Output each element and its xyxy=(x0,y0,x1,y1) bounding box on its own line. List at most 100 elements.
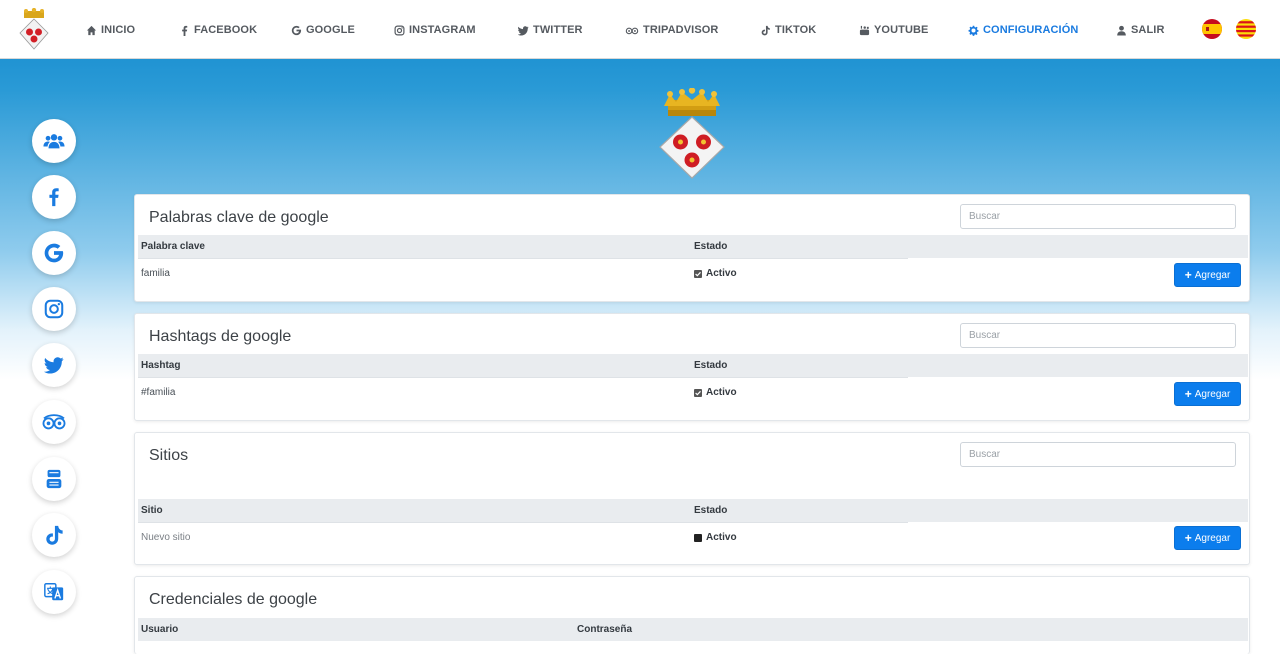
credentials-table-header: Usuario Contraseña xyxy=(138,618,1248,641)
sites-card: Sitios Sitio Estado Nuevo sitio Activo +… xyxy=(134,432,1250,565)
nav-label: FACEBOOK xyxy=(194,24,258,36)
hashtags-search-input[interactable] xyxy=(960,323,1236,348)
nav-label: INSTAGRAM xyxy=(409,24,476,36)
col-header-user: Usuario xyxy=(141,624,179,635)
tripadvisor-icon xyxy=(42,414,66,430)
plus-icon: + xyxy=(1184,387,1192,401)
user-icon xyxy=(1117,25,1126,36)
keyword-status[interactable]: Activo xyxy=(694,268,737,279)
hashtag-value[interactable]: #familia xyxy=(141,387,175,398)
nav-label: TIKTOK xyxy=(775,24,817,36)
sidebar-item-instagram[interactable] xyxy=(32,287,76,331)
sidebar-item-facebook[interactable] xyxy=(32,175,76,219)
keywords-card: Palabras clave de google Palabra clave E… xyxy=(134,194,1250,302)
tiktok-icon xyxy=(761,25,770,35)
add-site-button[interactable]: + Agregar xyxy=(1174,526,1241,550)
translate-icon xyxy=(44,583,64,601)
col-header-site: Sitio xyxy=(141,505,163,516)
nav-label: TWITTER xyxy=(533,24,583,36)
nav-label: CONFIGURACIÓN xyxy=(983,24,1079,36)
nav-item-inicio[interactable]: INICIO xyxy=(86,22,135,38)
top-navbar: INICIO FACEBOOK GOOGLE INSTAGRAM TWITTER… xyxy=(0,0,1280,59)
tripadvisor-icon xyxy=(625,27,639,34)
nav-label: GOOGLE xyxy=(306,24,355,36)
nav-label: YOUTUBE xyxy=(874,24,929,36)
keywords-title: Palabras clave de google xyxy=(149,209,329,226)
catalan-flag-icon[interactable] xyxy=(1236,19,1256,39)
google-icon xyxy=(44,243,64,263)
checkbox-checked-icon[interactable] xyxy=(694,388,702,397)
nav-item-facebook[interactable]: FACEBOOK xyxy=(179,22,257,38)
hashtags-table-header: Hashtag Estado xyxy=(138,354,1248,377)
nav-item-youtube[interactable]: YOUTUBE xyxy=(859,22,928,38)
sidebar-item-users[interactable] xyxy=(32,119,76,163)
tiktok-icon xyxy=(46,525,63,545)
plus-icon: + xyxy=(1184,531,1192,545)
add-label: Agregar xyxy=(1194,388,1231,400)
nav-item-instagram[interactable]: INSTAGRAM xyxy=(394,22,476,38)
col-header-status: Estado xyxy=(694,241,728,252)
col-header-hashtag: Hashtag xyxy=(141,360,181,371)
twitter-icon xyxy=(518,25,529,36)
keywords-search-input[interactable] xyxy=(960,204,1236,229)
sites-search-input[interactable] xyxy=(960,442,1236,467)
sidebar-item-youtube[interactable] xyxy=(32,457,76,501)
sidebar-item-translate[interactable] xyxy=(32,570,76,614)
nav-item-tiktok[interactable]: TIKTOK xyxy=(760,22,816,38)
facebook-icon xyxy=(49,188,59,207)
col-header-status: Estado xyxy=(694,360,728,371)
sidebar-item-twitter[interactable] xyxy=(32,343,76,387)
home-icon xyxy=(86,25,97,35)
keywords-table-header: Palabra clave Estado xyxy=(138,235,1248,258)
google-icon xyxy=(291,25,302,35)
status-label: Activo xyxy=(706,268,737,279)
keyword-value[interactable]: familia xyxy=(141,268,170,279)
nav-item-configuracion[interactable]: CONFIGURACIÓN xyxy=(968,22,1078,38)
instagram-icon xyxy=(44,299,64,319)
twitter-icon xyxy=(43,357,64,374)
checkbox-checked-icon[interactable] xyxy=(694,269,702,278)
add-label: Agregar xyxy=(1194,532,1231,544)
sites-title: Sitios xyxy=(149,447,189,464)
sidebar-item-tiktok[interactable] xyxy=(32,513,76,557)
hashtags-title: Hashtags de google xyxy=(149,328,292,345)
new-site-input[interactable]: Nuevo sitio xyxy=(141,532,190,543)
nav-label: INICIO xyxy=(101,24,136,36)
col-header-status: Estado xyxy=(694,505,728,516)
plus-icon: + xyxy=(1184,268,1192,282)
users-icon xyxy=(43,134,65,149)
nav-label: SALIR xyxy=(1131,24,1165,36)
gear-icon xyxy=(968,25,979,36)
row-divider xyxy=(138,522,908,523)
nav-label: TRIPADVISOR xyxy=(643,24,719,36)
add-hashtag-button[interactable]: + Agregar xyxy=(1174,382,1241,406)
coat-of-arms-emblem xyxy=(659,88,725,179)
instagram-icon xyxy=(394,25,405,35)
status-label: Activo xyxy=(706,532,737,543)
status-label: Activo xyxy=(706,387,737,398)
col-header-password: Contraseña xyxy=(577,624,633,635)
sidebar-item-tripadvisor[interactable] xyxy=(32,400,76,444)
sites-table-header: Sitio Estado xyxy=(138,499,1248,522)
row-divider xyxy=(138,377,908,378)
nav-item-salir[interactable]: SALIR xyxy=(1116,22,1165,38)
coat-of-arms-logo[interactable] xyxy=(18,8,50,52)
credentials-card: Credenciales de google Usuario Contraseñ… xyxy=(134,576,1250,654)
nav-item-google[interactable]: GOOGLE xyxy=(291,22,355,38)
sidebar-item-google[interactable] xyxy=(32,231,76,275)
row-divider xyxy=(138,258,908,259)
add-label: Agregar xyxy=(1194,269,1231,281)
youtube-icon xyxy=(46,469,62,489)
youtube-icon xyxy=(859,25,870,35)
hashtags-card: Hashtags de google Hashtag Estado #famil… xyxy=(134,313,1250,421)
credentials-title: Credenciales de google xyxy=(149,591,318,608)
site-status[interactable]: Activo xyxy=(694,532,737,543)
col-header-keyword: Palabra clave xyxy=(141,241,205,252)
add-keyword-button[interactable]: + Agregar xyxy=(1174,263,1241,287)
spanish-flag-icon[interactable] xyxy=(1202,19,1222,39)
nav-item-twitter[interactable]: TWITTER xyxy=(518,22,583,38)
facebook-icon xyxy=(182,25,188,36)
checkbox-unchecked-icon[interactable] xyxy=(694,533,702,542)
hashtag-status[interactable]: Activo xyxy=(694,387,737,398)
nav-item-tripadvisor[interactable]: TRIPADVISOR xyxy=(625,22,718,38)
